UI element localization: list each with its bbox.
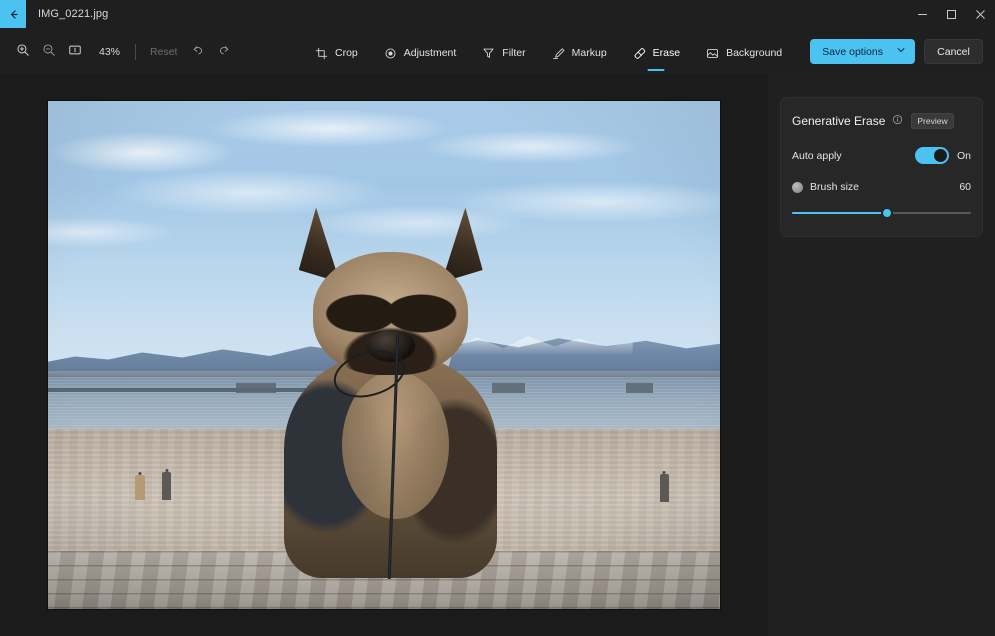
preview-badge: Preview: [911, 113, 953, 129]
tab-erase[interactable]: Erase: [620, 39, 693, 67]
tab-adjustment[interactable]: Adjustment: [371, 39, 470, 67]
zoom-in-button[interactable]: [10, 40, 36, 64]
toolbar-divider: [135, 44, 136, 60]
erase-icon: [633, 47, 646, 60]
brush-size-value: 60: [959, 181, 971, 193]
tab-crop[interactable]: Crop: [302, 39, 371, 67]
photo-frame[interactable]: [48, 101, 720, 609]
toggle-knob: [934, 149, 947, 162]
close-icon: [975, 9, 986, 20]
slider-thumb[interactable]: [881, 207, 893, 219]
filter-icon: [482, 47, 495, 60]
zoom-in-icon: [16, 43, 30, 62]
fit-to-window-icon: [68, 43, 82, 62]
back-button[interactable]: [0, 0, 26, 28]
tab-filter[interactable]: Filter: [469, 39, 538, 67]
save-options-label: Save options: [822, 46, 883, 58]
title-bar-drag-area: [108, 0, 908, 28]
zoom-controls: 43% Reset: [10, 39, 237, 65]
tab-markup-label: Markup: [572, 47, 607, 59]
window-controls: [908, 0, 995, 28]
info-icon[interactable]: [892, 112, 903, 130]
adjustment-icon: [384, 47, 397, 60]
undo-button[interactable]: [185, 40, 211, 64]
editor-toolbar: 43% Reset: [0, 28, 995, 75]
auto-apply-label: Auto apply: [792, 150, 842, 162]
panel-header: Generative Erase Preview: [792, 112, 971, 130]
slider-fill: [792, 212, 887, 214]
reset-button[interactable]: Reset: [142, 42, 185, 62]
tab-background-label: Background: [726, 47, 782, 59]
brush-size-label: Brush size: [810, 181, 859, 193]
photo-vignette: [48, 101, 720, 609]
panel-title: Generative Erase: [792, 114, 885, 128]
title-bar: IMG_0221.jpg: [0, 0, 995, 28]
image-canvas[interactable]: [0, 75, 768, 636]
tool-options-panel: Generative Erase Preview Auto apply On B…: [768, 75, 995, 636]
photo-image: [48, 101, 720, 609]
auto-apply-state: On: [957, 150, 971, 162]
undo-icon: [191, 43, 205, 62]
generative-erase-card: Generative Erase Preview Auto apply On B…: [780, 97, 983, 237]
fit-to-window-button[interactable]: [62, 40, 88, 64]
maximize-icon: [946, 9, 957, 20]
redo-icon: [217, 43, 231, 62]
crop-icon: [315, 47, 328, 60]
close-button[interactable]: [966, 0, 995, 28]
chevron-down-icon: [896, 45, 906, 58]
background-icon: [706, 47, 719, 60]
tab-crop-label: Crop: [335, 47, 358, 59]
zoom-level[interactable]: 43%: [88, 46, 129, 58]
save-options-button[interactable]: Save options: [810, 39, 915, 64]
cancel-button[interactable]: Cancel: [924, 39, 983, 64]
toolbar-actions: Save options Cancel: [810, 39, 983, 64]
markup-icon: [552, 47, 565, 60]
tab-adjustment-label: Adjustment: [404, 47, 457, 59]
tab-markup[interactable]: Markup: [539, 39, 620, 67]
window-title: IMG_0221.jpg: [26, 0, 108, 28]
auto-apply-toggle[interactable]: [915, 147, 949, 164]
tab-background[interactable]: Background: [693, 39, 795, 67]
minimize-button[interactable]: [908, 0, 937, 28]
brush-size-icon: [792, 182, 803, 193]
brush-size-slider[interactable]: [792, 206, 971, 220]
auto-apply-row: Auto apply On: [792, 147, 971, 164]
redo-button[interactable]: [211, 40, 237, 64]
tab-filter-label: Filter: [502, 47, 525, 59]
brush-size-row: Brush size 60: [792, 181, 971, 193]
zoom-out-icon: [42, 43, 56, 62]
back-arrow-icon: [7, 8, 20, 21]
maximize-button[interactable]: [937, 0, 966, 28]
zoom-out-button[interactable]: [36, 40, 62, 64]
tool-tabs: Crop Adjustment Filter: [302, 39, 795, 67]
minimize-icon: [917, 9, 928, 20]
tab-erase-label: Erase: [653, 47, 680, 59]
